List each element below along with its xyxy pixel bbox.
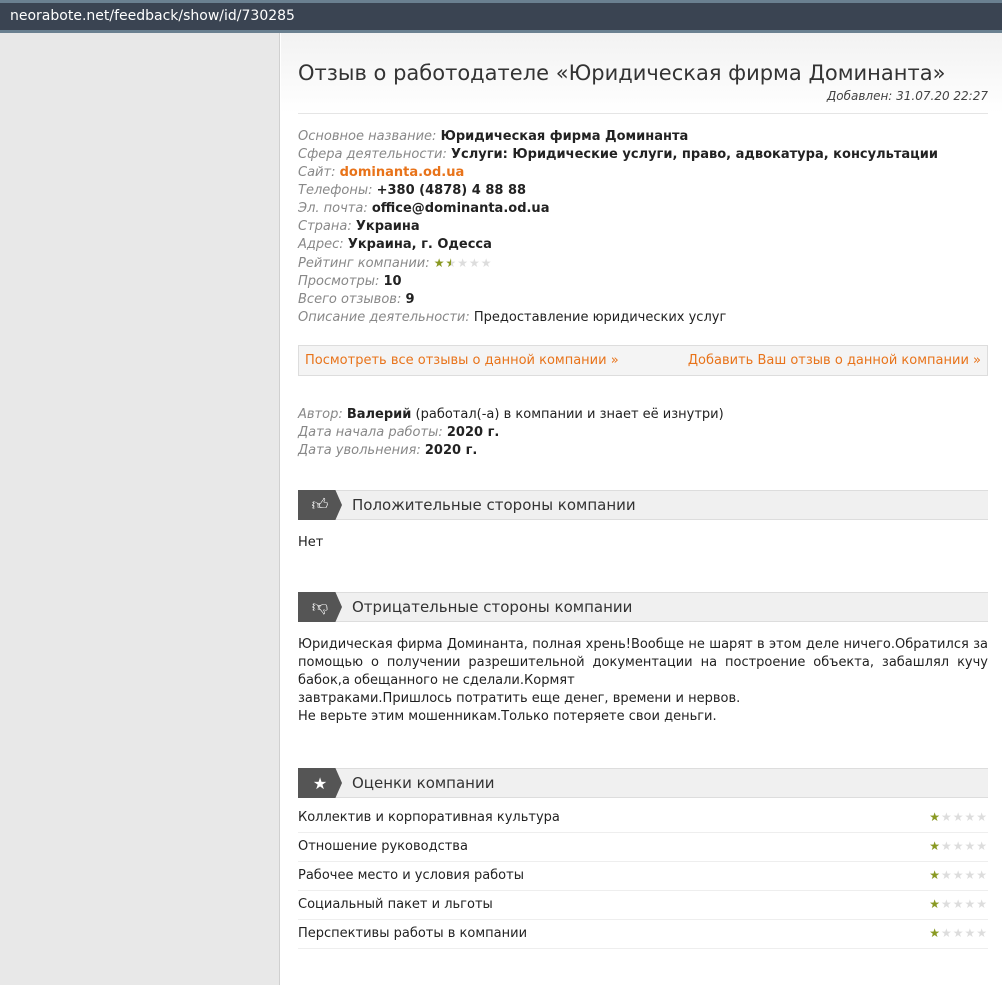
company-info: Основное название: Юридическая фирма Дом… (298, 128, 988, 327)
author-info: Автор: Валерий (работал(-а) в компании и… (298, 406, 988, 460)
author-name: Валерий (346, 407, 412, 422)
negative-text: Юридическая фирма Доминанта, полная хрен… (298, 636, 988, 726)
info-label: Адрес: (298, 237, 344, 252)
author-note: (работал(-а) в компании и знает её изнут… (415, 407, 724, 422)
rating-label: Перспективы работы в компании (298, 926, 528, 941)
positive-header: 👍︎ Положительные стороны компании (298, 490, 988, 520)
info-label: Описание деятельности: (298, 310, 470, 325)
rating-label: Коллектив и корпоративная культура (298, 810, 560, 825)
star-rating: ★★★★★★★★★★ (929, 897, 988, 911)
negative-header: 👎︎ Отрицательные стороны компании (298, 592, 988, 622)
info-row: Телефоны: +380 (4878) 4 88 88 (298, 182, 988, 200)
ratings-list: Коллектив и корпоративная культура ★★★★★ ★… (298, 804, 988, 949)
left-sidebar (0, 33, 280, 985)
start-label: Дата начала работы: (298, 425, 443, 440)
rating-label: Рабочее место и условия работы (298, 868, 524, 883)
info-label: Сфера деятельности: (298, 147, 447, 162)
star-rating: ★★★★★★★★★★ (929, 839, 988, 853)
thumbs-up-icon: 👍︎ (298, 490, 342, 520)
info-value: Украина (355, 219, 420, 234)
end-date: 2020 г. (424, 443, 478, 458)
info-value: 10 (383, 274, 402, 289)
start-date: 2020 г. (446, 425, 500, 440)
star-rating: ★★★★★★★★★★ (433, 256, 493, 270)
negative-line: Не верьте этим мошенникам.Только потеряе… (298, 709, 717, 724)
info-label: Просмотры: (298, 274, 380, 289)
star-icon: ★ (298, 768, 342, 798)
negative-line: Юридическая фирма Доминанта, полная хрен… (298, 637, 988, 688)
info-row: Эл. почта: office@dominanta.od.ua (298, 200, 988, 218)
info-label: Всего отзывов: (298, 292, 402, 307)
negative-line: завтраками.Пришлось потратить еще денег,… (298, 691, 741, 706)
author-label: Автор: (298, 407, 343, 422)
info-value[interactable]: dominanta.od.ua (340, 165, 465, 180)
info-value: Услуги: Юридические услуги, право, адвок… (451, 147, 939, 162)
star-rating: ★★★★★★★★★★ (929, 810, 988, 824)
rating-row: Отношение руководства ★★★★★★★★★★ (298, 833, 988, 862)
info-row: Рейтинг компании: ★★★★★★★★★★ (298, 254, 988, 273)
page-title: Отзыв о работодателе «Юридическая фирма … (298, 61, 946, 85)
info-label: Сайт: (298, 165, 336, 180)
url-text[interactable]: neorabote.net/feedback/show/id/730285 (10, 8, 295, 24)
star-rating: ★★★★★★★★★★ (929, 868, 988, 882)
rating-label: Социальный пакет и льготы (298, 897, 493, 912)
info-row: Сфера деятельности: Услуги: Юридические … (298, 146, 988, 164)
info-row: Сайт: dominanta.od.ua (298, 164, 988, 182)
info-value: Предоставление юридических услуг (473, 310, 727, 325)
info-value: office@dominanta.od.ua (371, 201, 550, 216)
info-row: Адрес: Украина, г. Одесса (298, 236, 988, 254)
review-links: Посмотреть все отзывы о данной компании … (298, 345, 988, 376)
positive-text: Нет (298, 535, 324, 550)
ratings-title: Оценки компании (352, 774, 495, 792)
add-review-link[interactable]: Добавить Ваш отзыв о данной компании » (688, 353, 981, 368)
info-row: Основное название: Юридическая фирма Дом… (298, 128, 988, 146)
rating-row: Рабочее место и условия работы ★★★★★★★★★★ (298, 862, 988, 891)
address-bar[interactable]: neorabote.net/feedback/show/id/730285 (0, 0, 1002, 33)
negative-title: Отрицательные стороны компании (352, 598, 633, 616)
info-row: Всего отзывов: 9 (298, 291, 988, 309)
rating-row: Перспективы работы в компании ★★★★★★★★★★ (298, 920, 988, 949)
info-label: Рейтинг компании: (298, 256, 430, 271)
rating-label: Отношение руководства (298, 839, 468, 854)
info-label: Телефоны: (298, 183, 373, 198)
info-value: Юридическая фирма Доминанта (440, 129, 689, 144)
info-value: Украина, г. Одесса (347, 237, 492, 252)
info-row: Страна: Украина (298, 218, 988, 236)
all-reviews-link[interactable]: Посмотреть все отзывы о данной компании … (305, 353, 619, 368)
info-row: Просмотры: 10 (298, 273, 988, 291)
info-label: Страна: (298, 219, 352, 234)
rating-row: Социальный пакет и льготы ★★★★★★★★★★ (298, 891, 988, 920)
thumbs-down-icon: 👎︎ (298, 592, 342, 622)
positive-title: Положительные стороны компании (352, 496, 636, 514)
rating-row: Коллектив и корпоративная культура ★★★★★ ★… (298, 804, 988, 833)
info-value: +380 (4878) 4 88 88 (376, 183, 527, 198)
ratings-header: ★ Оценки компании (298, 768, 988, 798)
main-content: Отзыв о работодателе «Юридическая фирма … (281, 33, 1002, 985)
end-label: Дата увольнения: (298, 443, 421, 458)
info-label: Эл. почта: (298, 201, 368, 216)
info-value: 9 (405, 292, 415, 307)
info-row: Описание деятельности: Предоставление юр… (298, 309, 988, 327)
added-date: Добавлен: 31.07.20 22:27 (298, 89, 988, 114)
info-label: Основное название: (298, 129, 437, 144)
star-rating: ★★★★★★★★★★ (929, 926, 988, 940)
